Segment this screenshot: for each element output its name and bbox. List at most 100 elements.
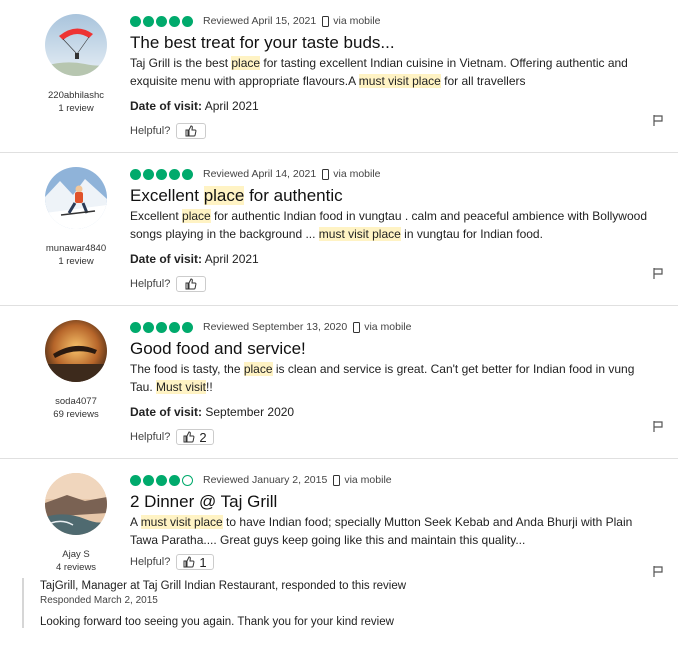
review-content: Reviewed April 14, 2021 via mobile Excel… xyxy=(130,166,678,292)
rating-bubble xyxy=(156,168,167,180)
review-meta: Reviewed April 15, 2021 via mobile xyxy=(130,13,678,29)
rating-bubble xyxy=(169,15,180,27)
reviewer-name[interactable]: 220abhilashc xyxy=(30,89,122,102)
review-date: Reviewed April 14, 2021 xyxy=(203,168,317,180)
helpful-row: Helpful? 2 xyxy=(130,429,214,445)
rating-bubbles xyxy=(130,168,193,180)
report-flag-icon[interactable] xyxy=(652,420,664,432)
reviewer-review-count: 1 review xyxy=(58,256,94,267)
helpful-button[interactable]: 2 xyxy=(176,429,214,445)
thumbs-up-icon xyxy=(185,278,197,290)
response-text: Looking forward too seeing you again. Th… xyxy=(40,616,394,628)
rating-bubble xyxy=(182,15,193,27)
helpful-button[interactable] xyxy=(176,123,207,139)
report-flag-icon[interactable] xyxy=(652,267,664,279)
helpful-label: Helpful? xyxy=(130,278,171,290)
thumbs-up-icon xyxy=(183,431,195,443)
rating-bubble xyxy=(143,15,154,27)
review-title[interactable]: Good food and service! xyxy=(130,338,678,360)
review-card: soda4077 69 reviews Reviewed September 1… xyxy=(0,306,678,459)
review-title[interactable]: 2 Dinner @ Taj Grill xyxy=(130,491,678,513)
review-card: munawar4840 1 review Reviewed April 14, … xyxy=(0,153,678,306)
mobile-icon xyxy=(322,15,330,27)
thumbs-up-icon xyxy=(185,125,197,137)
rating-bubble xyxy=(156,321,167,333)
reviewer-info: soda4077 69 reviews xyxy=(30,320,122,421)
rating-bubble xyxy=(143,168,154,180)
rating-bubble xyxy=(130,168,141,180)
mobile-icon xyxy=(353,321,361,333)
rating-bubbles xyxy=(130,15,193,27)
rating-bubble xyxy=(143,474,154,486)
avatar[interactable] xyxy=(45,167,107,229)
helpful-button[interactable]: 1 xyxy=(176,554,214,570)
review-content: Reviewed April 15, 2021 via mobile The b… xyxy=(130,13,678,139)
review-title[interactable]: The best treat for your taste buds... xyxy=(130,32,678,54)
helpful-label: Helpful? xyxy=(130,431,171,443)
rating-bubbles xyxy=(130,321,193,333)
helpful-label: Helpful? xyxy=(130,125,171,137)
helpful-row: Helpful? xyxy=(130,276,207,292)
mobile-icon xyxy=(333,474,341,486)
reviewer-review-count: 69 reviews xyxy=(53,409,99,420)
helpful-row: Helpful? 1 xyxy=(130,554,214,570)
thumbs-up-icon xyxy=(183,556,195,568)
rating-bubble xyxy=(130,15,141,27)
owner-response: TajGrill, Manager at Taj Grill Indian Re… xyxy=(22,578,500,628)
review-meta: Reviewed April 14, 2021 via mobile xyxy=(130,166,678,182)
rating-bubble xyxy=(182,321,193,333)
reviewer-name[interactable]: munawar4840 xyxy=(30,242,122,255)
reviewer-info: 220abhilashc 1 review xyxy=(30,14,122,115)
rating-bubble xyxy=(182,168,193,180)
helpful-label: Helpful? xyxy=(130,556,171,568)
review-date: Reviewed January 2, 2015 xyxy=(203,474,328,486)
rating-bubble xyxy=(169,168,180,180)
via-mobile: via mobile xyxy=(333,15,381,27)
rating-bubble xyxy=(130,321,141,333)
helpful-button[interactable] xyxy=(176,276,207,292)
reviewer-name[interactable]: Ajay S xyxy=(30,548,122,561)
rating-bubble xyxy=(143,321,154,333)
helpful-row: Helpful? xyxy=(130,123,207,139)
review-content: Reviewed January 2, 2015 via mobile 2 Di… xyxy=(130,472,678,570)
review-meta: Reviewed September 13, 2020 via mobile xyxy=(130,319,678,335)
helpful-count: 2 xyxy=(199,429,207,445)
avatar[interactable] xyxy=(45,320,107,382)
review-date: Reviewed September 13, 2020 xyxy=(203,321,348,333)
review-body: A must visit place to have Indian food; … xyxy=(130,515,633,547)
response-title: TajGrill, Manager at Taj Grill Indian Re… xyxy=(40,580,407,592)
avatar[interactable] xyxy=(45,473,107,535)
rating-bubble xyxy=(156,15,167,27)
date-of-visit: Date of visit: September 2020 xyxy=(130,405,295,419)
rating-bubble xyxy=(130,474,141,486)
rating-bubble xyxy=(156,474,167,486)
via-mobile: via mobile xyxy=(364,321,412,333)
rating-bubble xyxy=(169,321,180,333)
review-body: Taj Grill is the best place for tasting … xyxy=(130,56,628,88)
response-date: Responded March 2, 2015 xyxy=(40,595,158,606)
avatar[interactable] xyxy=(45,14,107,76)
via-mobile: via mobile xyxy=(344,474,392,486)
report-flag-icon[interactable] xyxy=(652,114,664,126)
via-mobile: via mobile xyxy=(333,168,381,180)
review-body: Excellent place for authentic Indian foo… xyxy=(130,209,647,241)
review-title[interactable]: Excellent place for authentic xyxy=(130,185,678,207)
date-of-visit: Date of visit: April 2021 xyxy=(130,99,259,113)
review-card: 220abhilashc 1 review Reviewed April 15,… xyxy=(0,0,678,153)
reviewer-name[interactable]: soda4077 xyxy=(30,395,122,408)
reviewer-info: Ajay S 4 reviews xyxy=(30,473,122,574)
reviewer-review-count: 1 review xyxy=(58,103,94,114)
review-date: Reviewed April 15, 2021 xyxy=(203,15,317,27)
rating-bubble xyxy=(169,474,180,486)
reviewer-review-count: 4 reviews xyxy=(55,562,97,573)
helpful-count: 1 xyxy=(199,554,207,570)
review-content: Reviewed September 13, 2020 via mobile G… xyxy=(130,319,678,445)
rating-bubbles xyxy=(130,474,193,486)
date-of-visit: Date of visit: April 2021 xyxy=(130,252,259,266)
review-body: The food is tasty, the place is clean an… xyxy=(130,362,635,394)
reviewer-info: munawar4840 1 review xyxy=(30,167,122,268)
mobile-icon xyxy=(322,168,330,180)
report-flag-icon[interactable] xyxy=(652,565,664,577)
rating-bubble-empty xyxy=(182,474,193,486)
review-meta: Reviewed January 2, 2015 via mobile xyxy=(130,472,678,488)
